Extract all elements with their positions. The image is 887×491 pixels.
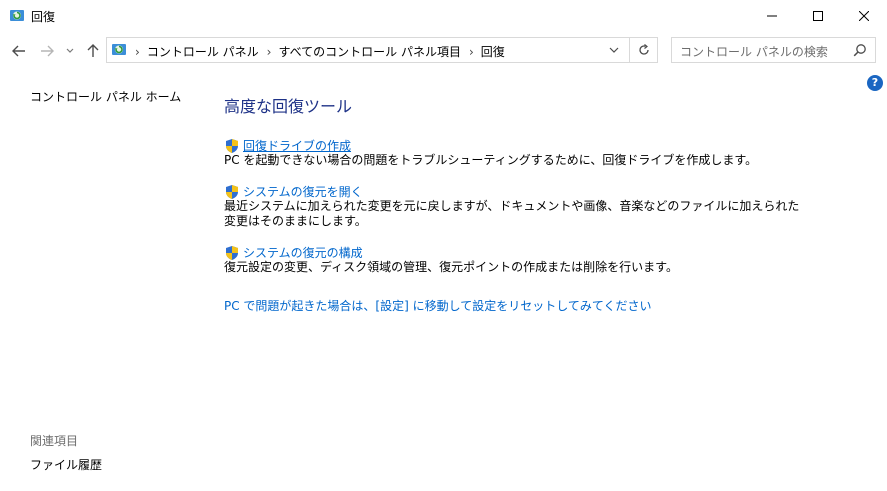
arrow-up-icon bbox=[87, 44, 99, 57]
page-title: 高度な回復ツール bbox=[224, 97, 353, 116]
arrow-right-icon bbox=[41, 45, 54, 57]
search-box[interactable]: コントロール パネルの検索 bbox=[671, 37, 876, 63]
search-icon bbox=[853, 44, 866, 57]
task-description: 復元設定の変更、ディスク領域の管理、復元ポイントの作成または削除を行います。 bbox=[224, 260, 678, 274]
help-button[interactable]: ? bbox=[867, 75, 883, 91]
minimize-icon bbox=[767, 15, 777, 16]
refresh-icon bbox=[638, 44, 649, 55]
task-description: PC を起動できない場合の問題をトラブルシューティングするために、回復ドライブを… bbox=[224, 153, 758, 167]
address-bar[interactable]: › コントロール パネル › すべてのコントロール パネル項目 › 回復 bbox=[106, 37, 658, 63]
create-recovery-drive-link[interactable]: 回復ドライブの作成 bbox=[224, 137, 351, 154]
close-button[interactable] bbox=[841, 0, 887, 31]
recovery-icon bbox=[10, 10, 24, 21]
breadcrumb-separator-icon[interactable]: › bbox=[267, 45, 272, 59]
close-icon bbox=[859, 10, 869, 21]
refresh-button[interactable] bbox=[629, 38, 657, 62]
task-link-label[interactable]: システムの復元を開く bbox=[243, 183, 363, 200]
file-history-link[interactable]: ファイル履歴 bbox=[30, 456, 102, 473]
reset-pc-settings-link[interactable]: PC で問題が起きた場合は、[設定] に移動して設定をリセットしてみてください bbox=[224, 297, 652, 314]
recent-locations-button[interactable] bbox=[64, 42, 76, 60]
task-link-label[interactable]: 回復ドライブの作成 bbox=[243, 137, 351, 154]
chevron-down-icon bbox=[66, 48, 74, 53]
chevron-down-icon bbox=[609, 47, 619, 53]
arrow-left-icon bbox=[12, 45, 25, 57]
breadcrumb-all-items[interactable]: すべてのコントロール パネル項目 bbox=[278, 43, 461, 60]
recovery-icon bbox=[112, 44, 126, 55]
configure-system-restore-link[interactable]: システムの復元の構成 bbox=[224, 244, 363, 261]
uac-shield-icon bbox=[226, 245, 238, 260]
title-bar: 回復 bbox=[0, 0, 887, 31]
task-link-label[interactable]: システムの復元の構成 bbox=[243, 244, 363, 261]
minimize-button[interactable] bbox=[749, 0, 795, 31]
task-description: 最近システムに加えられた変更を元に戻しますが、ドキュメントや画像、音楽などのファ… bbox=[224, 199, 800, 228]
breadcrumb-control-panel[interactable]: コントロール パネル bbox=[147, 43, 259, 60]
window-title: 回復 bbox=[31, 10, 56, 24]
maximize-button[interactable] bbox=[795, 0, 841, 31]
breadcrumb-recovery[interactable]: 回復 bbox=[481, 43, 505, 60]
related-items-heading: 関連項目 bbox=[30, 434, 79, 448]
control-panel-home-link[interactable]: コントロール パネル ホーム bbox=[30, 88, 181, 105]
navigation-bar: › コントロール パネル › すべてのコントロール パネル項目 › 回復 コント… bbox=[0, 31, 887, 71]
back-button[interactable] bbox=[10, 42, 28, 60]
breadcrumb: › コントロール パネル › すべてのコントロール パネル項目 › 回復 bbox=[133, 43, 511, 60]
breadcrumb-separator-icon[interactable]: › bbox=[469, 45, 474, 59]
uac-shield-icon bbox=[226, 138, 238, 153]
breadcrumb-separator-icon[interactable]: › bbox=[135, 45, 140, 59]
open-system-restore-link[interactable]: システムの復元を開く bbox=[224, 183, 363, 200]
address-dropdown-button[interactable] bbox=[601, 38, 627, 62]
maximize-icon bbox=[813, 10, 823, 21]
search-input[interactable]: コントロール パネルの検索 bbox=[680, 43, 828, 60]
up-button[interactable] bbox=[84, 42, 102, 60]
uac-shield-icon bbox=[226, 184, 238, 199]
forward-button[interactable] bbox=[38, 42, 56, 60]
